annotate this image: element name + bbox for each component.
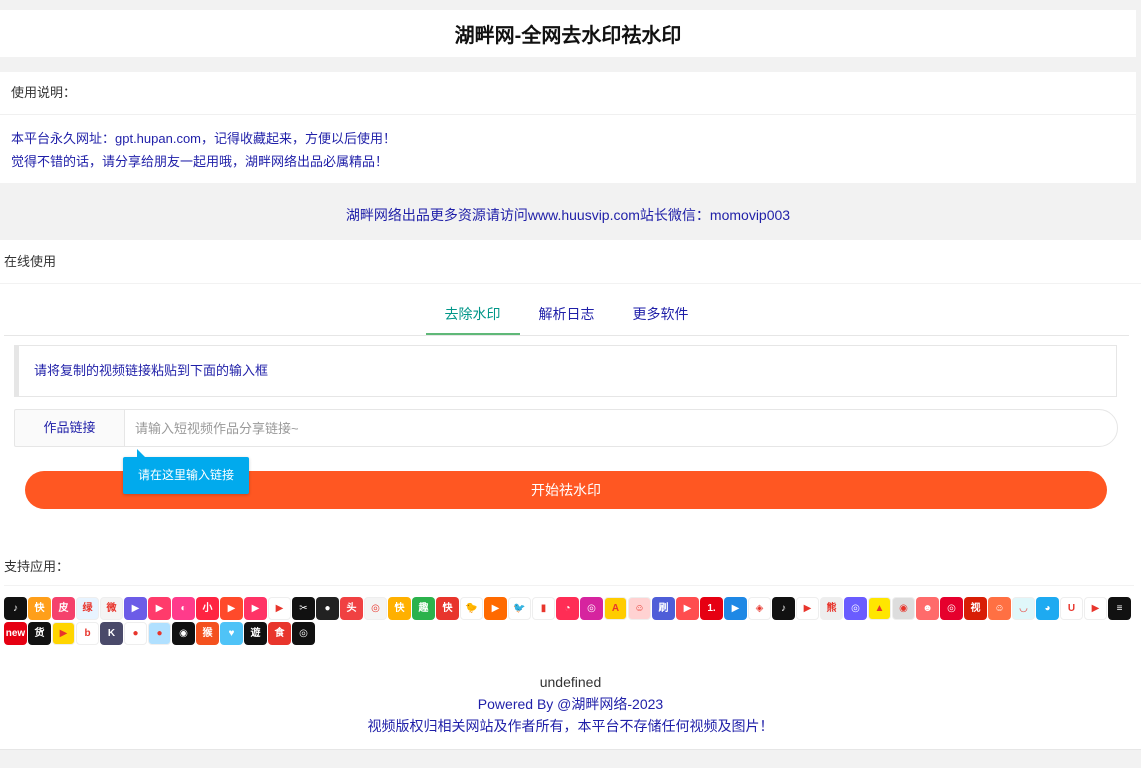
qu-icon: 趣 (412, 597, 435, 620)
purple-play-icon: ▶ (1084, 597, 1107, 620)
sphere-icon: ● (148, 622, 171, 645)
video-play-icon: ▶ (676, 597, 699, 620)
food-icon: 食 (268, 622, 291, 645)
footer-powered-by[interactable]: Powered By @湖畔网络-2023 (0, 693, 1141, 715)
footer-copyright: 视频版权归相关网站及作者所有，本平台不存储任何视频及图片！ (367, 718, 774, 734)
b-icon: b (76, 622, 99, 645)
pipixia-icon: 皮 (52, 597, 75, 620)
usage-notice: 使用说明： 本平台永久网址：gpt.hupan.com，记得收藏起来，方便以后使… (0, 72, 1136, 183)
heart-icon: ♥ (220, 622, 243, 645)
tab-parse-log[interactable]: 解析日志 (520, 295, 614, 335)
panda-icon: 熊 (820, 597, 843, 620)
chick-icon: 🐤 (460, 597, 483, 620)
shipin-icon: 视 (964, 597, 987, 620)
hint-box: 请将复制的视频链接粘贴到下面的输入框 (14, 345, 1117, 397)
bottom-divider (0, 749, 1141, 750)
shua-icon: 刷 (652, 597, 675, 620)
douyin-icon: ♪ (4, 597, 27, 620)
online-panel: 在线使用 去除水印 解析日志 更多软件 请将复制的视频链接粘贴到下面的输入框 作… (0, 240, 1141, 750)
kuaishou-icon: 快 (28, 597, 51, 620)
chat-icon: ◔ (556, 597, 579, 620)
face-icon: ☺ (628, 597, 651, 620)
input-tooltip: 请在这里输入链接 (123, 449, 249, 494)
quanmin-icon: ▶ (148, 597, 171, 620)
one-icon: 1. (700, 597, 723, 620)
video-red-icon: ▶ (244, 597, 267, 620)
netease-icon: ◎ (940, 597, 963, 620)
acfun-icon: A (604, 597, 627, 620)
supported-apps-list: ♪ 快皮绿微 ▶ ▶ ◐ 小 ▶ ▶ ▶ ✂ ● 头 ◎ 快趣快 🐤 ▶ 🐦 ▮ ◔ ◎ A ☺ 刷 ▶ 1. ▶ ◈ ♪ ▶ 熊 ◎ ▲ ◉ ☻… (4, 597, 1134, 647)
support-heading: 支持应用： (4, 559, 70, 574)
tab-more-software[interactable]: 更多软件 (614, 295, 708, 335)
pink-circle-icon: ● (124, 622, 147, 645)
new-icon: new (4, 622, 27, 645)
toutiao-icon: 头 (340, 597, 363, 620)
footer-undefined-text: undefined (539, 674, 602, 690)
xiaohongshu-icon: 小 (196, 597, 219, 620)
tiktok-icon: ♪ (772, 597, 795, 620)
footer: undefined Powered By @湖畔网络-2023 视频版权归相关网… (0, 671, 1141, 737)
blue-play-icon: ▶ (724, 597, 747, 620)
yueyou-icon: 遊 (244, 622, 267, 645)
kuaibao-icon: 快 (436, 597, 459, 620)
play-orange-icon: ▶ (484, 597, 507, 620)
link-input[interactable] (124, 409, 1118, 447)
haokan-icon: ▶ (220, 597, 243, 620)
link-input-row: 作品链接 (14, 409, 1118, 447)
promo-link[interactable]: 湖畔网络出品更多资源请访问www.huusvip.com站长微信：momovip… (0, 205, 1136, 225)
play-icon: ▶ (268, 597, 291, 620)
k-icon: K (100, 622, 123, 645)
huoku-icon: 货 (28, 622, 51, 645)
youtube-icon: ▶ (796, 597, 819, 620)
support-divider (4, 585, 1134, 586)
notice-line-share: 觉得不错的话，请分享给朋友一起用哦，湖畔网络出品必属精品！ (11, 154, 389, 169)
notice-line-url: 本平台永久网址：gpt.hupan.com，记得收藏起来，方便以后使用！ (11, 131, 397, 146)
link-input-label: 作品链接 (14, 409, 124, 447)
avatar-icon: ☻ (916, 597, 939, 620)
yellow-play-icon: ▶ (52, 622, 75, 645)
chart-icon: ▮ (532, 597, 555, 620)
notice-heading: 使用说明： (0, 72, 1136, 115)
page-title: 湖畔网-全网去水印祛水印 (0, 10, 1136, 57)
penguin-icon: ◕ (1036, 597, 1059, 620)
ring-icon: ◎ (292, 622, 315, 645)
notice-body: 本平台永久网址：gpt.hupan.com，记得收藏起来，方便以后使用！ 觉得不… (0, 115, 1136, 173)
qq-video-icon: ◎ (364, 597, 387, 620)
lvzhou-icon: 绿 (76, 597, 99, 620)
bubble-icon: ◎ (844, 597, 867, 620)
bowl-icon: ◡ (1012, 597, 1035, 620)
tab-remove-watermark[interactable]: 去除水印 (425, 295, 520, 335)
online-heading: 在线使用 (0, 240, 1141, 284)
uc-icon: U (1060, 597, 1083, 620)
eyes-icon: ◉ (172, 622, 195, 645)
girl-icon: ☺ (988, 597, 1011, 620)
stripes-icon: ≡ (1108, 597, 1131, 620)
kuaishou-yellow-icon: 快 (388, 597, 411, 620)
capcut-icon: ✂ (292, 597, 315, 620)
twitter-icon: 🐦 (508, 597, 531, 620)
instagram-icon: ◎ (580, 597, 603, 620)
camera-icon: ◉ (892, 597, 915, 620)
record-icon: ● (316, 597, 339, 620)
pear-icon: ▲ (868, 597, 891, 620)
monkey-icon: 猴 (196, 622, 219, 645)
weibo-icon: 微 (100, 597, 123, 620)
iqiyi-icon: ◈ (748, 597, 771, 620)
weishi-icon: ▶ (124, 597, 147, 620)
meipai-icon: ◐ (172, 597, 195, 620)
tab-bar: 去除水印 解析日志 更多软件 (4, 295, 1129, 336)
